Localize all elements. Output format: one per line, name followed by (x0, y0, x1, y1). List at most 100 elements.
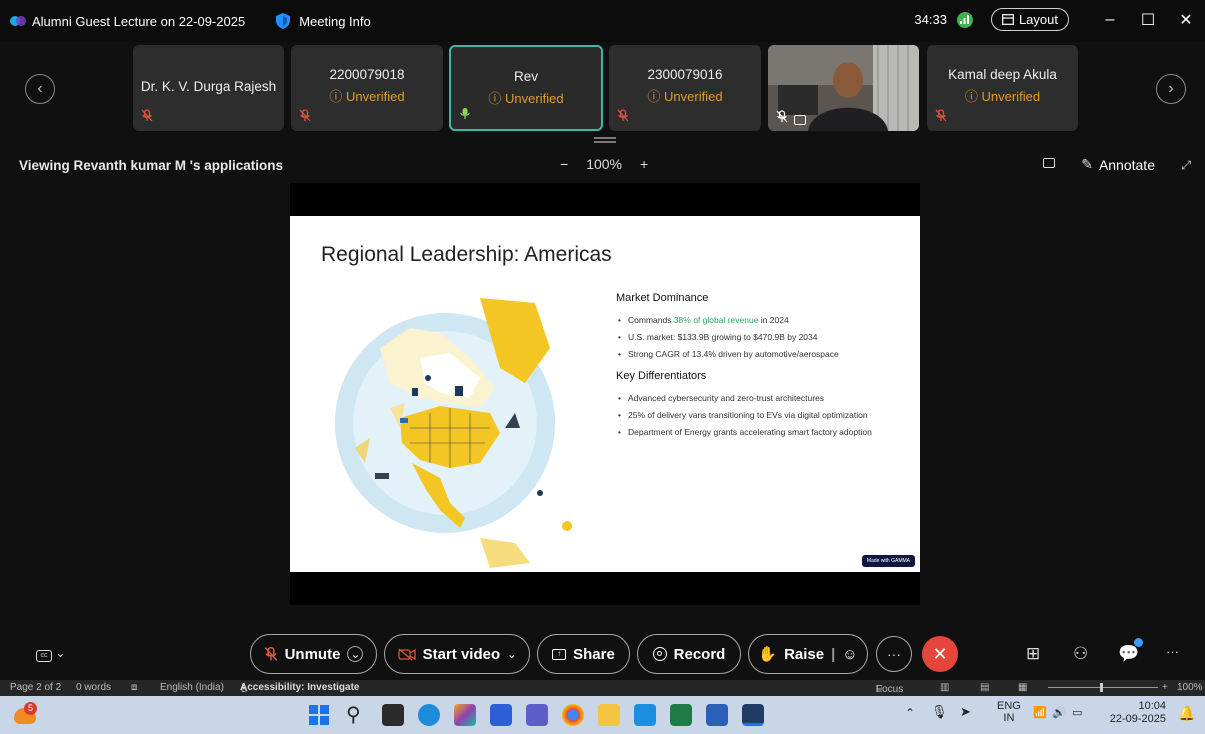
participant-name: Rev (513, 69, 538, 84)
mic-active-icon (459, 107, 471, 123)
wifi-icon[interactable]: 📶 (1033, 706, 1047, 719)
volume-icon[interactable]: 🔊 (1052, 706, 1066, 719)
participant-tile[interactable]: Kamal deep Akula ⓘ Unverified (927, 45, 1078, 131)
slide-text-column: Market Dominance Commands 38% of global … (616, 292, 886, 444)
start-video-button[interactable]: Start video ⌄ (384, 634, 530, 674)
raise-label: Raise (784, 645, 825, 663)
file-explorer-icon[interactable] (598, 704, 620, 726)
next-participants-button[interactable]: › (1156, 74, 1186, 104)
shield-icon (276, 13, 291, 29)
more-options-button[interactable]: ··· (876, 636, 912, 672)
record-label: Record (673, 645, 726, 663)
participant-strip: ‹ Dr. K. V. Durga Rajesh 2200079018 ⓘ Un… (0, 42, 1205, 143)
location-icon[interactable]: ➤ (960, 704, 971, 720)
network-signal-icon[interactable] (956, 11, 973, 28)
mic-muted-icon (617, 109, 629, 125)
layout-button[interactable]: Layout (990, 8, 1069, 31)
participant-name: 2200079018 (329, 67, 405, 82)
more-panels-icon[interactable]: ··· (1166, 644, 1179, 659)
zoom-in-button[interactable]: + (640, 156, 648, 172)
americas-map-illustration (335, 298, 572, 568)
language-indicator[interactable]: ENG IN (997, 700, 1021, 724)
prev-participants-button[interactable]: ‹ (25, 74, 55, 104)
windows-taskbar: 5 ⚲ ⌃ 🎙 ➤ ENG IN 📶 🔊 ▭ 10:04 22-09-2025 … (0, 696, 1205, 734)
bullet-item: Advanced cybersecurity and zero-trust ar… (616, 393, 886, 404)
close-window-button[interactable]: ✕ (1167, 10, 1205, 30)
meeting-timer: 34:33 (914, 12, 947, 27)
record-button[interactable]: Record (637, 634, 741, 674)
mic-muted-tray-icon[interactable]: 🎙 (931, 704, 948, 720)
chrome-icon[interactable] (562, 704, 584, 726)
clock[interactable]: 10:04 22-09-2025 (1104, 700, 1166, 726)
edge-icon[interactable] (418, 704, 440, 726)
annotate-label: Annotate (1098, 156, 1155, 173)
chevron-up-icon[interactable]: ⌃ (905, 706, 915, 720)
zoom-slider[interactable] (1048, 687, 1158, 688)
zoom-slider-thumb[interactable] (1100, 683, 1103, 692)
share-label: Share (573, 645, 615, 663)
shared-screen: Regional Leadership: Americas Market Dom… (290, 183, 920, 605)
hand-icon: ✋ (758, 646, 778, 663)
accessibility-status[interactable]: ♿ Accessibility: Investigate (240, 682, 360, 695)
minimize-button[interactable]: – (1091, 11, 1129, 29)
participant-name: Dr. K. V. Durga Rajesh (140, 79, 277, 94)
screen-share-icon (794, 115, 806, 125)
language[interactable]: English (India) (160, 682, 224, 693)
section-heading: Key Differentiators (616, 370, 707, 382)
meeting-info-button[interactable]: Meeting Info (275, 12, 371, 30)
store-icon[interactable] (490, 704, 512, 726)
webex-logo-icon (10, 16, 26, 26)
task-view-icon[interactable] (382, 704, 404, 726)
unmute-button[interactable]: Unmute ⌄ (250, 634, 377, 674)
captions-button[interactable]: cc ⌄ (36, 646, 65, 662)
participants-icon[interactable]: ⚇ (1073, 644, 1088, 664)
participant-tile[interactable]: 2200079018 ⓘ Unverified (291, 45, 443, 131)
windows-start-icon[interactable] (308, 704, 330, 726)
ellipsis-icon: ··· (887, 646, 901, 662)
notification-bell-icon[interactable]: 🔔 (1178, 705, 1195, 722)
strip-resize-handle[interactable] (594, 137, 616, 143)
dell-icon[interactable] (634, 704, 656, 726)
participant-tile[interactable]: Dr. K. V. Durga Rajesh (133, 45, 284, 131)
proofing-icon[interactable]: ⧈ (131, 682, 137, 693)
battery-icon[interactable]: ▭ (1072, 706, 1082, 719)
section-heading: Market Dominance (616, 292, 709, 304)
leave-meeting-button[interactable]: ✕ (922, 636, 958, 672)
zoom-controls: − 100% + (560, 156, 648, 172)
zoom-out-button[interactable]: − (560, 156, 568, 172)
copilot-icon[interactable] (454, 704, 476, 726)
web-layout-icon[interactable]: ▦ (1018, 682, 1027, 693)
annotate-button[interactable]: ✎ Annotate (1081, 156, 1155, 173)
expand-icon[interactable]: ⤢ (1181, 158, 1191, 173)
info-icon: ⓘ (488, 91, 506, 106)
participant-video-feed (768, 45, 919, 131)
pop-out-icon[interactable] (1043, 158, 1055, 168)
weather-widget[interactable]: 5 (12, 702, 38, 728)
maximize-button[interactable]: ☐ (1129, 10, 1167, 30)
accessibility-icon: ♿ (240, 684, 249, 695)
raise-hand-button[interactable]: ✋ Raise | ☺ (748, 634, 868, 674)
webex-taskbar-icon[interactable] (742, 704, 764, 726)
word-icon[interactable] (706, 704, 728, 726)
chat-icon[interactable]: 💬 (1118, 644, 1139, 664)
share-button[interactable]: ↑ Share (537, 634, 630, 674)
reactions-icon[interactable]: ☺ (842, 646, 857, 663)
title-bar: Alumni Guest Lecture on 22-09-2025 Meeti… (0, 0, 1205, 42)
search-icon[interactable]: ⚲ (346, 704, 368, 726)
print-layout-icon[interactable]: ▤ (980, 682, 989, 693)
chevron-right-icon: › (1168, 80, 1174, 97)
title-right: 34:33 Layout – ☐ ✕ (914, 8, 1205, 31)
bullet-item: Department of Energy grants accelerating… (616, 427, 886, 438)
participant-tile-active-speaker[interactable]: Rev ⓘ Unverified (449, 45, 603, 131)
participant-tile[interactable]: 2300079016 ⓘ Unverified (609, 45, 761, 131)
excel-icon[interactable] (670, 704, 692, 726)
clock-date: 22-09-2025 (1109, 713, 1166, 725)
read-mode-icon[interactable]: ▥ (940, 682, 949, 693)
zoom-percent: 100% (1177, 682, 1203, 693)
apps-icon[interactable]: ⊞ (1026, 644, 1040, 664)
bullet-item: Commands 38% of global revenue in 2024 (616, 315, 886, 326)
zoom-in-icon[interactable]: + (1162, 682, 1168, 693)
participant-video-tile[interactable] (768, 45, 919, 131)
teams-icon[interactable] (526, 704, 548, 726)
word-count: 0 words (76, 682, 112, 693)
